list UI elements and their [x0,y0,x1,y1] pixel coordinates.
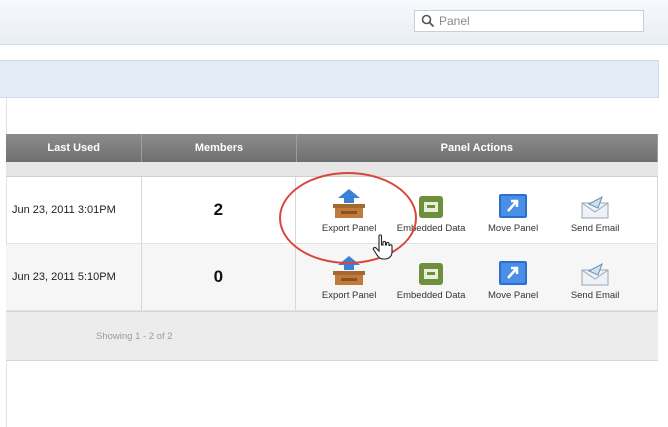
export-panel-label: Export Panel [321,289,377,301]
move-panel-button[interactable]: Move Panel [472,187,554,234]
embedded-data-label: Embedded Data [396,222,466,234]
send-email-button[interactable]: Send Email [554,254,636,301]
header-members[interactable]: Members [142,134,297,162]
embedded-data-icon [419,195,444,218]
last-used-cell: Jun 23, 2011 5:10PM [6,244,142,310]
panels-table: Last Used Members Panel Actions Jun 23, … [6,134,658,361]
table-subheader [6,162,658,177]
hand-cursor-icon [372,234,393,260]
move-panel-icon [499,193,528,218]
search-input[interactable] [439,14,629,28]
send-email-label: Send Email [570,289,620,301]
export-panel-label: Export Panel [321,222,377,234]
header-last-used[interactable]: Last Used [6,134,143,162]
send-email-icon [581,262,609,285]
table-footer: Showing 1 - 2 of 2 [6,311,658,361]
table-row: Jun 23, 2011 5:10PM 0 Export Panel Embed… [6,244,658,311]
search-icon [421,14,435,28]
embedded-data-label: Embedded Data [396,289,466,301]
header-panel-actions: Panel Actions [297,134,658,162]
send-email-icon [581,195,609,218]
send-email-label: Send Email [570,222,620,234]
last-used-cell: Jun 23, 2011 3:01PM [6,177,142,243]
send-email-button[interactable]: Send Email [554,187,636,234]
move-panel-icon [499,260,528,285]
embedded-data-icon [419,262,444,285]
table-header: Last Used Members Panel Actions [6,134,658,162]
move-panel-button[interactable]: Move Panel [472,254,554,301]
actions-cell: Export Panel Embedded Data Move Panel Se… [296,244,658,310]
move-panel-label: Move Panel [488,289,539,301]
embedded-data-button[interactable]: Embedded Data [390,187,472,234]
export-panel-button[interactable]: Export Panel [308,187,390,234]
export-panel-button[interactable]: Export Panel [308,254,390,301]
info-band [0,60,659,98]
actions-cell: Export Panel Embedded Data Move Panel Se… [296,177,658,243]
export-panel-icon [333,255,366,285]
top-bar [0,0,668,45]
members-cell: 2 [142,177,297,243]
export-panel-icon [333,188,366,218]
members-cell: 0 [142,244,297,310]
search-box[interactable] [414,10,644,32]
move-panel-label: Move Panel [488,222,539,234]
pagination-status: Showing 1 - 2 of 2 [96,330,173,342]
embedded-data-button[interactable]: Embedded Data [390,254,472,301]
table-row: Jun 23, 2011 3:01PM 2 Export Panel Embed… [6,177,658,244]
